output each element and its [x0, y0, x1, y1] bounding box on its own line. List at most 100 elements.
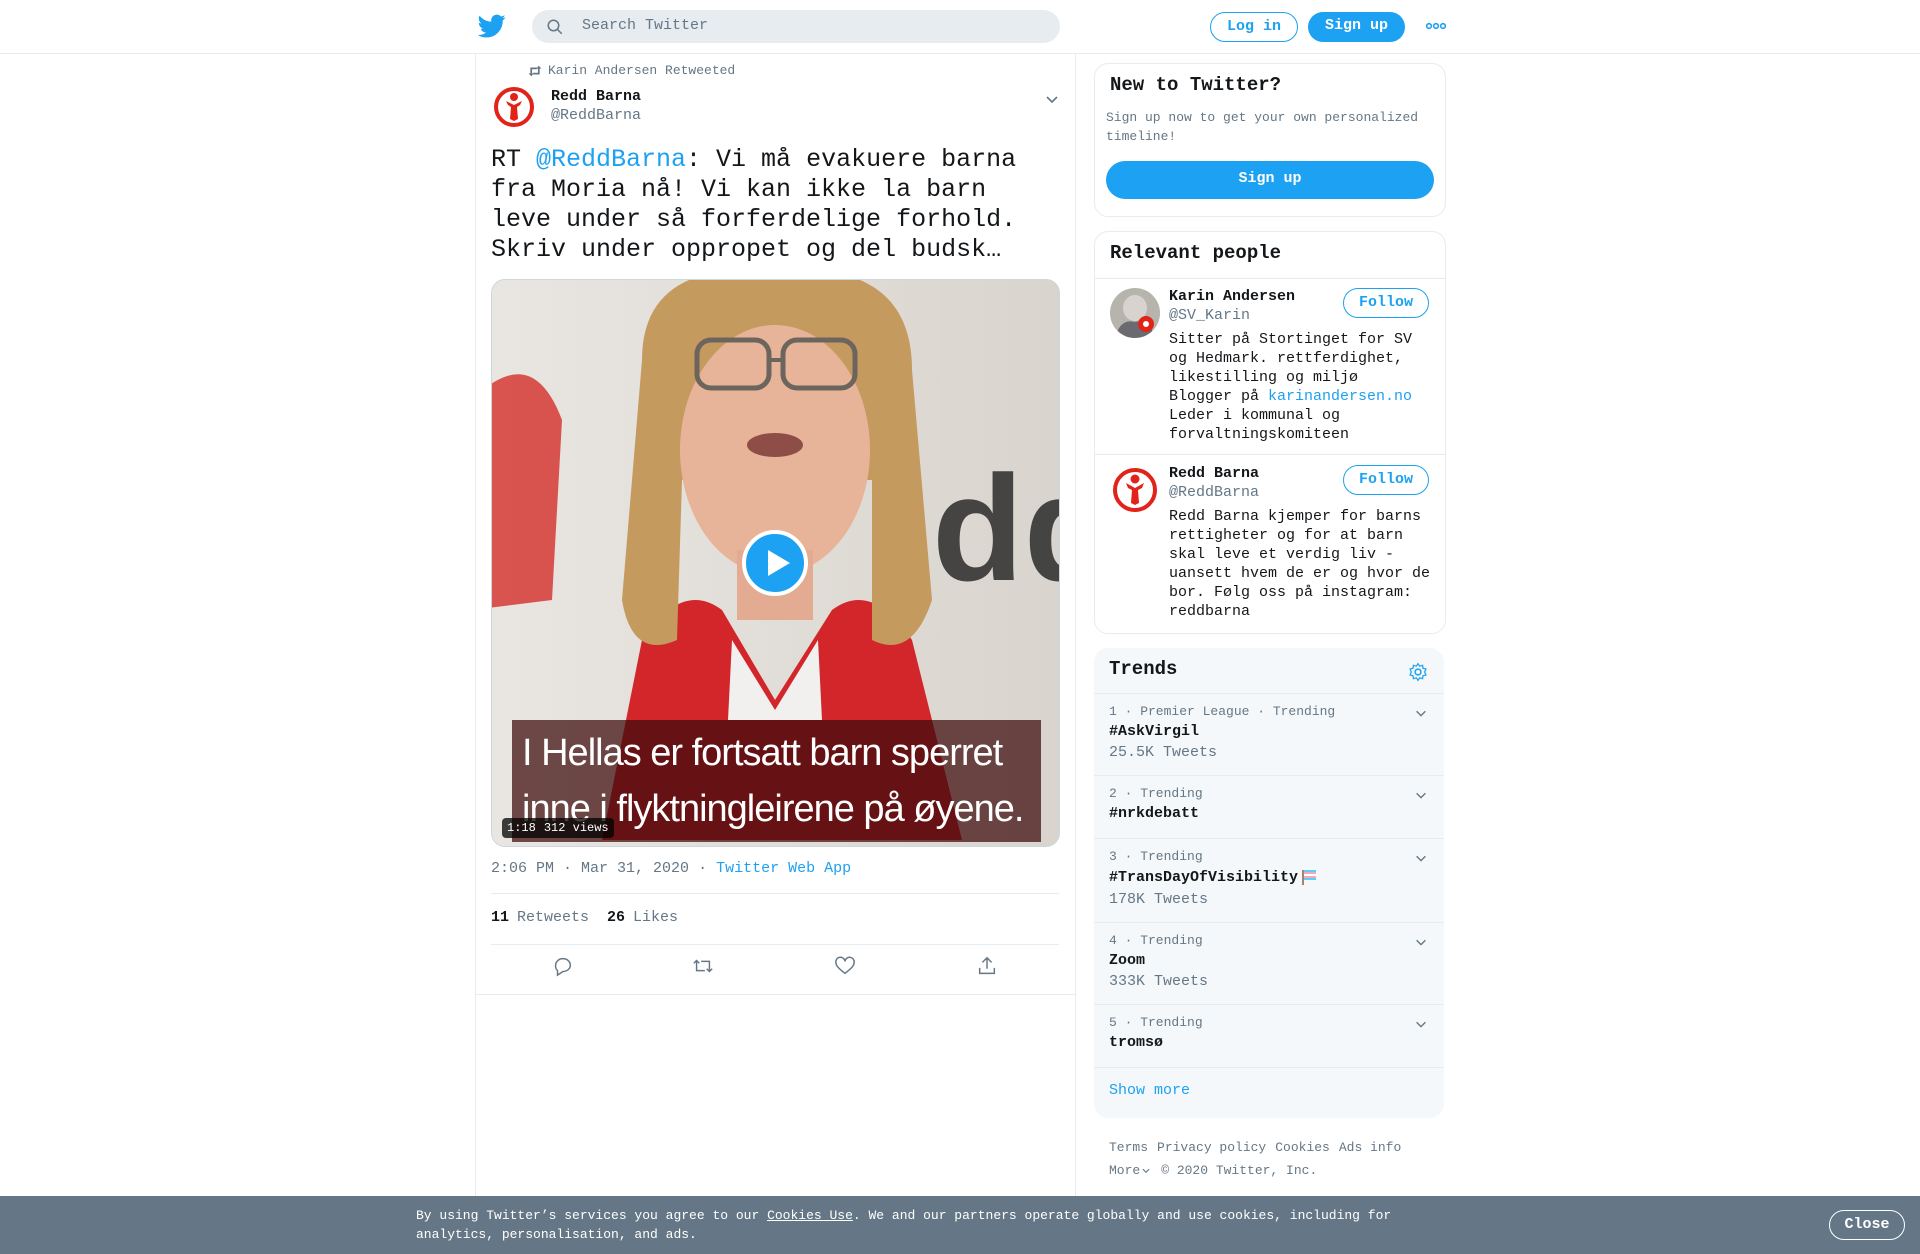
retweet-icon: [528, 65, 542, 76]
login-button[interactable]: Log in: [1210, 12, 1298, 42]
trend-count: 178K Tweets: [1109, 891, 1209, 908]
redd-barna-avatar[interactable]: [1110, 465, 1160, 515]
show-more-link[interactable]: Show more: [1109, 1082, 1190, 1099]
search-box[interactable]: Search Twitter: [532, 10, 1060, 43]
trend-item[interactable]: 2 · Trending #nrkdebatt: [1094, 775, 1444, 839]
signup-button[interactable]: Sign up: [1308, 12, 1405, 42]
source-app-link[interactable]: Twitter Web App: [716, 860, 851, 877]
trend-name[interactable]: #TransDayOfVisibility: [1109, 869, 1298, 886]
footer-links-row2: More © 2020 Twitter, Inc.: [1109, 1159, 1401, 1182]
video-views: 312 views: [543, 821, 609, 835]
chevron-down-icon[interactable]: [1414, 935, 1428, 949]
cookie-text: By using Twitter’s services you agree to…: [416, 1206, 1426, 1244]
person-name[interactable]: Redd Barna: [1169, 465, 1259, 482]
trend-name[interactable]: #nrkdebatt: [1109, 805, 1199, 822]
tweet-text: RT @ReddBarna: Vi må evakuere barna fra …: [491, 145, 1061, 265]
bio-text: Sitter på Stortinget for SV og Hedmark. …: [1169, 331, 1413, 386]
footer-more-label: More: [1109, 1163, 1141, 1178]
redd-barna-avatar[interactable]: [492, 85, 536, 129]
gear-icon[interactable]: [1408, 662, 1428, 682]
trend-item[interactable]: 1 · Premier League · Trending #AskVirgil…: [1094, 693, 1444, 776]
share-icon[interactable]: [976, 955, 998, 977]
footer-more[interactable]: More: [1109, 1163, 1152, 1178]
trend-meta: 2 · Trending: [1109, 786, 1203, 801]
chevron-down-icon[interactable]: [1414, 851, 1428, 865]
retweet-context[interactable]: Karin Andersen Retweeted: [528, 63, 735, 78]
reply-icon[interactable]: [552, 955, 574, 977]
divider: [1094, 1067, 1444, 1069]
person-handle[interactable]: @ReddBarna: [1169, 484, 1259, 501]
divider: [1095, 278, 1445, 279]
play-icon[interactable]: [742, 530, 808, 596]
person-name[interactable]: Karin Andersen: [1169, 288, 1295, 305]
karin-andersen-avatar[interactable]: [1110, 288, 1160, 338]
tweet-actions: [476, 955, 1075, 991]
likes-stat[interactable]: 26 Likes: [607, 909, 678, 926]
mention-link[interactable]: @ReddBarna: [536, 145, 686, 174]
new-to-twitter-card: New to Twitter? Sign up now to get your …: [1094, 63, 1446, 217]
chevron-down-icon[interactable]: [1414, 788, 1428, 802]
person-handle[interactable]: @SV_Karin: [1169, 307, 1250, 324]
likes-count: 26: [607, 909, 626, 926]
sidebar-signup-button[interactable]: Sign up: [1106, 161, 1434, 199]
trend-name[interactable]: tromsø: [1109, 1034, 1163, 1051]
close-button[interactable]: Close: [1829, 1210, 1905, 1240]
footer-link-ads-info[interactable]: Ads info: [1339, 1140, 1401, 1155]
trend-name[interactable]: #AskVirgil: [1109, 723, 1199, 740]
tweet-text-prefix: RT: [491, 145, 537, 174]
video-duration: 1:18: [507, 821, 536, 835]
trans-flag-icon: [1302, 870, 1317, 885]
bio-suffix: Leder i kommunal og forvaltningskomiteen: [1169, 407, 1350, 443]
chevron-down-icon[interactable]: [1414, 706, 1428, 720]
video-badge: 1:18 312 views: [502, 818, 614, 838]
footer-links: Terms Privacy policy Cookies Ads info More ©…: [1109, 1136, 1401, 1182]
footer-link-cookies[interactable]: Cookies: [1275, 1140, 1330, 1155]
relevant-people-card: Relevant people Karin Andersen @SV_Karin…: [1094, 231, 1446, 634]
tweet-timestamp: 2:06 PM · Mar 31, 2020 · Twitter Web App: [491, 860, 851, 877]
chevron-down-icon: [1142, 1168, 1150, 1173]
trend-meta: 1 · Premier League · Trending: [1109, 704, 1336, 719]
chevron-down-icon[interactable]: [1044, 91, 1060, 107]
retweets-stat[interactable]: 11 Retweets: [491, 909, 589, 926]
divider: [491, 893, 1059, 894]
trends-card: Trends 1 · Premier League · Trending #As…: [1094, 648, 1444, 1118]
cookie-text-prefix: By using Twitter’s services you agree to…: [416, 1208, 768, 1223]
top-bar: Search Twitter Log in Sign up: [0, 0, 1920, 54]
video-caption-line1: I Hellas er fortsatt barn sperret: [522, 732, 1003, 774]
trend-item[interactable]: 3 · Trending #TransDayOfVisibility 178K …: [1094, 838, 1444, 923]
retweeted-by-text: Karin Andersen Retweeted: [548, 63, 736, 78]
tweet-stats: 11 Retweets 26 Likes: [491, 909, 678, 926]
person-bio: Redd Barna kjemper for barns rettigheter…: [1169, 508, 1431, 620]
relevant-people-title: Relevant people: [1110, 242, 1282, 264]
trend-item[interactable]: 4 · Trending Zoom 333K Tweets: [1094, 922, 1444, 1005]
svg-text:dd: dd: [932, 444, 1059, 612]
more-dots-icon[interactable]: [1426, 19, 1446, 33]
trend-meta: 3 · Trending: [1109, 849, 1203, 864]
chevron-down-icon[interactable]: [1414, 1017, 1428, 1031]
like-icon[interactable]: [834, 955, 856, 977]
author-handle[interactable]: @ReddBarna: [551, 107, 641, 124]
bio-link[interactable]: karinandersen.no: [1268, 388, 1412, 405]
tweet-column: Karin Andersen Retweeted Redd Barna @Red…: [475, 53, 1076, 1203]
trend-name[interactable]: Zoom: [1109, 952, 1145, 969]
retweet-action-icon[interactable]: [692, 955, 714, 977]
footer-copyright: © 2020 Twitter, Inc.: [1161, 1163, 1318, 1178]
trend-count: 25.5K Tweets: [1109, 744, 1218, 761]
follow-button[interactable]: Follow: [1343, 288, 1429, 318]
cookies-use-link[interactable]: Cookies Use: [767, 1208, 853, 1223]
follow-button[interactable]: Follow: [1343, 465, 1429, 495]
tweet-time[interactable]: 2:06 PM · Mar 31, 2020: [491, 860, 689, 877]
author-name[interactable]: Redd Barna: [551, 88, 641, 105]
trends-title: Trends: [1109, 658, 1178, 680]
divider: [491, 944, 1059, 945]
twitter-bird-icon[interactable]: [478, 12, 506, 40]
likes-label: Likes: [633, 909, 679, 926]
footer-link-privacy[interactable]: Privacy policy: [1157, 1140, 1266, 1155]
search-icon: [547, 19, 563, 35]
trend-item[interactable]: 5 · Trending tromsø: [1094, 1004, 1444, 1068]
footer-link-terms[interactable]: Terms: [1109, 1140, 1148, 1155]
trend-name-row: #TransDayOfVisibility: [1109, 869, 1318, 886]
video-player[interactable]: dd I Hellas er fortsatt barn sperret inn…: [491, 279, 1060, 847]
search-input[interactable]: Search Twitter: [582, 17, 708, 34]
divider: [1095, 454, 1445, 455]
